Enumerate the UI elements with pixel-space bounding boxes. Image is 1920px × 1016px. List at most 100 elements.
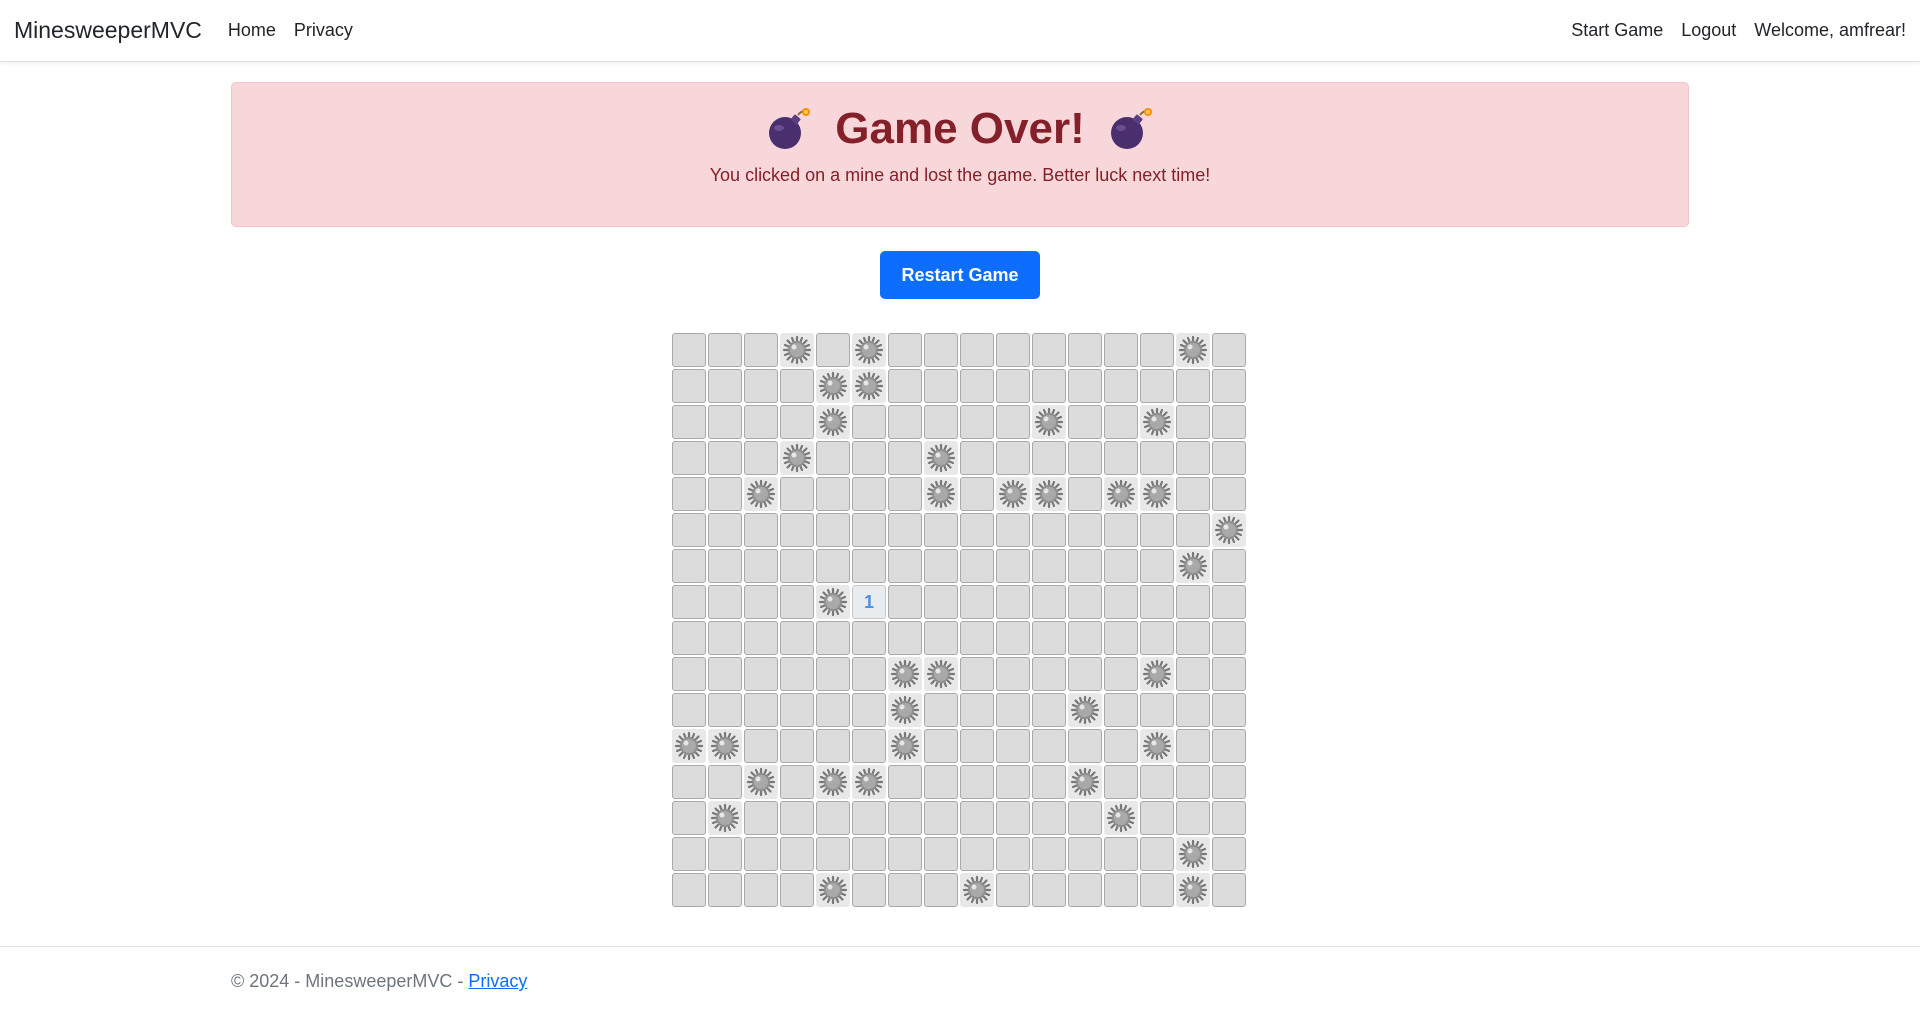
hidden-cell[interactable] (780, 585, 814, 619)
hidden-cell[interactable] (780, 873, 814, 907)
hidden-cell[interactable] (816, 729, 850, 763)
hidden-cell[interactable] (996, 621, 1030, 655)
hidden-cell[interactable] (1032, 693, 1066, 727)
hidden-cell[interactable] (1212, 441, 1246, 475)
hidden-cell[interactable] (1212, 585, 1246, 619)
mine-cell[interactable] (1176, 549, 1210, 583)
hidden-cell[interactable] (996, 873, 1030, 907)
hidden-cell[interactable] (1068, 585, 1102, 619)
hidden-cell[interactable] (1176, 657, 1210, 691)
hidden-cell[interactable] (960, 729, 994, 763)
hidden-cell[interactable] (1032, 441, 1066, 475)
hidden-cell[interactable] (708, 837, 742, 871)
hidden-cell[interactable] (708, 657, 742, 691)
hidden-cell[interactable] (708, 405, 742, 439)
hidden-cell[interactable] (960, 801, 994, 835)
hidden-cell[interactable] (744, 585, 778, 619)
hidden-cell[interactable] (1212, 657, 1246, 691)
hidden-cell[interactable] (1212, 405, 1246, 439)
hidden-cell[interactable] (780, 729, 814, 763)
hidden-cell[interactable] (744, 693, 778, 727)
hidden-cell[interactable] (888, 369, 922, 403)
hidden-cell[interactable] (744, 801, 778, 835)
hidden-cell[interactable] (1140, 585, 1174, 619)
hidden-cell[interactable] (1104, 621, 1138, 655)
hidden-cell[interactable] (1104, 369, 1138, 403)
hidden-cell[interactable] (1032, 549, 1066, 583)
hidden-cell[interactable] (1176, 693, 1210, 727)
hidden-cell[interactable] (744, 333, 778, 367)
hidden-cell[interactable] (672, 621, 706, 655)
mine-cell[interactable] (1140, 405, 1174, 439)
mine-cell[interactable] (1176, 873, 1210, 907)
hidden-cell[interactable] (672, 801, 706, 835)
hidden-cell[interactable] (744, 621, 778, 655)
hidden-cell[interactable] (1140, 765, 1174, 799)
mine-cell[interactable] (924, 441, 958, 475)
hidden-cell[interactable] (1104, 657, 1138, 691)
hidden-cell[interactable] (960, 693, 994, 727)
hidden-cell[interactable] (996, 513, 1030, 547)
hidden-cell[interactable] (924, 765, 958, 799)
hidden-cell[interactable] (996, 549, 1030, 583)
mine-cell[interactable] (816, 873, 850, 907)
hidden-cell[interactable] (1104, 441, 1138, 475)
hidden-cell[interactable] (960, 549, 994, 583)
hidden-cell[interactable] (960, 477, 994, 511)
hidden-cell[interactable] (996, 585, 1030, 619)
hidden-cell[interactable] (1176, 729, 1210, 763)
hidden-cell[interactable] (924, 333, 958, 367)
hidden-cell[interactable] (672, 873, 706, 907)
hidden-cell[interactable] (960, 405, 994, 439)
hidden-cell[interactable] (780, 621, 814, 655)
hidden-cell[interactable] (672, 765, 706, 799)
hidden-cell[interactable] (1104, 513, 1138, 547)
hidden-cell[interactable] (780, 405, 814, 439)
mine-cell[interactable] (852, 333, 886, 367)
hidden-cell[interactable] (1032, 369, 1066, 403)
hidden-cell[interactable] (672, 693, 706, 727)
mine-cell[interactable] (780, 441, 814, 475)
mine-cell[interactable] (1032, 477, 1066, 511)
hidden-cell[interactable] (888, 801, 922, 835)
hidden-cell[interactable] (960, 621, 994, 655)
hidden-cell[interactable] (1176, 513, 1210, 547)
hidden-cell[interactable] (708, 369, 742, 403)
hidden-cell[interactable] (816, 477, 850, 511)
hidden-cell[interactable] (996, 441, 1030, 475)
hidden-cell[interactable] (888, 765, 922, 799)
hidden-cell[interactable] (1140, 513, 1174, 547)
hidden-cell[interactable] (1068, 477, 1102, 511)
hidden-cell[interactable] (888, 585, 922, 619)
mine-cell[interactable] (708, 729, 742, 763)
mine-cell[interactable] (996, 477, 1030, 511)
hidden-cell[interactable] (924, 513, 958, 547)
hidden-cell[interactable] (1104, 585, 1138, 619)
hidden-cell[interactable] (816, 441, 850, 475)
hidden-cell[interactable] (744, 657, 778, 691)
hidden-cell[interactable] (924, 549, 958, 583)
restart-game-button[interactable]: Restart Game (880, 251, 1040, 299)
hidden-cell[interactable] (1104, 765, 1138, 799)
hidden-cell[interactable] (852, 657, 886, 691)
hidden-cell[interactable] (888, 405, 922, 439)
hidden-cell[interactable] (1032, 729, 1066, 763)
hidden-cell[interactable] (1104, 837, 1138, 871)
hidden-cell[interactable] (744, 873, 778, 907)
hidden-cell[interactable] (960, 513, 994, 547)
hidden-cell[interactable] (1212, 873, 1246, 907)
hidden-cell[interactable] (816, 657, 850, 691)
mine-cell[interactable] (744, 765, 778, 799)
hidden-cell[interactable] (672, 441, 706, 475)
hidden-cell[interactable] (1068, 729, 1102, 763)
hidden-cell[interactable] (1032, 513, 1066, 547)
hidden-cell[interactable] (672, 369, 706, 403)
hidden-cell[interactable] (744, 513, 778, 547)
hidden-cell[interactable] (924, 369, 958, 403)
hidden-cell[interactable] (1212, 693, 1246, 727)
nav-privacy-link[interactable]: Privacy (294, 20, 353, 41)
hidden-cell[interactable] (672, 513, 706, 547)
hidden-cell[interactable] (1068, 333, 1102, 367)
hidden-cell[interactable] (888, 477, 922, 511)
hidden-cell[interactable] (1068, 837, 1102, 871)
